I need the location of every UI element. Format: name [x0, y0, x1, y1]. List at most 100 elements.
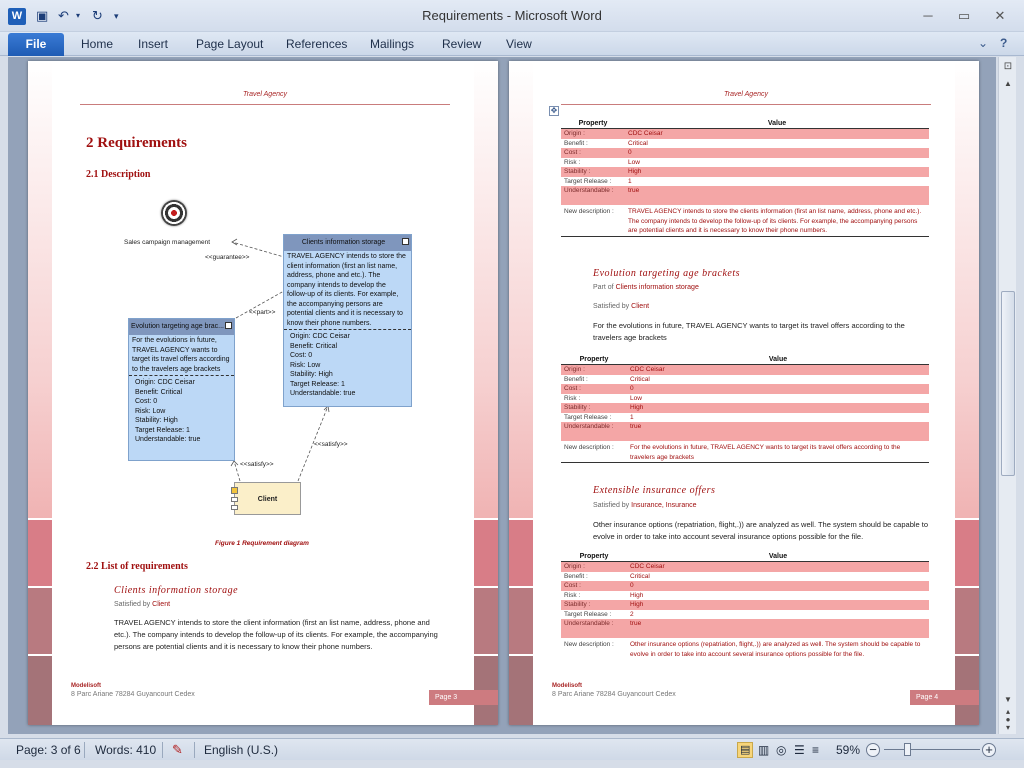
uml-prop: Origin: CDC Ceisar — [290, 333, 350, 340]
table-cell: Understandable : — [561, 422, 627, 441]
diagram-part-label: <<part>> — [249, 309, 276, 316]
tab-review[interactable]: Review — [442, 32, 481, 56]
page-band — [509, 520, 533, 586]
proofing-errors-icon[interactable]: ✎ — [172, 739, 183, 761]
document-area[interactable]: Travel Agency 2 Requirements 2.1 Descrip… — [8, 57, 996, 734]
close-button[interactable]: ✕ — [988, 6, 1012, 26]
outline-view-icon[interactable]: ☰ — [794, 739, 805, 761]
table-cell: 1 — [628, 177, 632, 185]
table-cell: CDC Ceisar — [627, 364, 929, 375]
satisfied-link[interactable]: Insurance, Insurance — [631, 502, 696, 509]
table-cell: Benefit : — [564, 375, 588, 383]
uml-evolution[interactable]: Evolution targeting age brac... For the … — [128, 318, 235, 461]
table-cell: High — [627, 403, 929, 413]
tab-mailings[interactable]: Mailings — [370, 32, 414, 56]
page-4[interactable]: Travel Agency ✥ Property Value Origin : CD… — [509, 61, 979, 725]
table-row: New description : For the evolutions in f… — [561, 441, 929, 463]
uml-prop: Understandable: true — [135, 436, 201, 443]
ruler-toggle-icon[interactable]: ⊡ — [999, 61, 1017, 72]
satisfied-link[interactable]: Client — [152, 601, 170, 608]
table-cell: 0 — [627, 581, 929, 591]
table-row: New description : Other insurance options… — [561, 638, 929, 659]
zoom-in-button[interactable]: + — [982, 743, 996, 757]
requirement-icon — [402, 238, 409, 245]
tab-view[interactable]: View — [506, 32, 532, 56]
vertical-scrollbar[interactable]: ⊡ ▲ ▼ ▴ ● ▾ — [998, 57, 1016, 734]
tab-references[interactable]: References — [286, 32, 347, 56]
uml-prop: Target Release: 1 — [290, 380, 345, 388]
web-layout-icon[interactable]: ◎ — [776, 739, 786, 761]
page-band — [955, 520, 979, 586]
tab-insert[interactable]: Insert — [138, 32, 168, 56]
table-header-value: Value — [627, 552, 929, 562]
table-move-handle[interactable]: ✥ — [549, 106, 559, 116]
table-cell: Cost : — [561, 384, 627, 394]
zoom-slider-thumb[interactable] — [904, 743, 911, 756]
status-language[interactable]: English (U.S.) — [204, 739, 278, 761]
table-cell: 0 — [627, 384, 929, 394]
status-separator — [194, 742, 195, 758]
part-of-link[interactable]: Clients information storage — [616, 284, 699, 291]
table-header-property: Property — [561, 119, 625, 129]
tab-file[interactable]: File — [8, 33, 64, 56]
property-table-2: Property Value Origin : CDC Ceisar Benefit… — [561, 355, 929, 463]
diagram-sales-label: Sales campaign management — [124, 239, 210, 246]
full-screen-reading-icon[interactable]: ▥ — [758, 739, 769, 761]
minimize-ribbon-icon[interactable]: ⌄ — [978, 36, 988, 50]
print-layout-view-icon[interactable]: ▤ — [737, 742, 754, 758]
satisfied-prefix: Satisfied by — [114, 601, 153, 608]
minimize-button[interactable]: ─ — [916, 6, 940, 26]
table-cell: Other insurance options (repatriation, f… — [630, 641, 921, 658]
table-row: Understandable : true — [561, 619, 929, 638]
table-cell: Low — [630, 394, 642, 402]
table-cell: Origin : — [561, 128, 625, 139]
diagram-guarantee-label: <<guarantee>> — [205, 254, 250, 261]
scroll-thumb[interactable] — [1001, 291, 1015, 476]
table-cell: Critical — [628, 139, 648, 147]
page-band — [28, 656, 52, 725]
help-icon[interactable]: ? — [1000, 36, 1007, 50]
status-page-count[interactable]: Page: 3 of 6 — [16, 739, 81, 761]
ribbon-tabs: File Home Insert Page Layout References … — [0, 32, 1024, 56]
page-3[interactable]: Travel Agency 2 Requirements 2.1 Descrip… — [28, 61, 498, 725]
uml-clients-storage[interactable]: Clients information storage TRAVEL AGENC… — [283, 234, 412, 407]
table-header-value: Value — [625, 119, 929, 129]
next-page-icon[interactable]: ▾ — [999, 723, 1017, 732]
table-cell: For the evolutions in future, TRAVEL AGE… — [627, 441, 929, 463]
table-cell: High — [625, 167, 929, 177]
table-header-property: Property — [561, 355, 627, 365]
scroll-down-arrow[interactable]: ▼ — [999, 695, 1017, 704]
req-title-evolution: Evolution targeting age brackets — [593, 268, 740, 279]
uml-title: Clients information storage — [284, 235, 411, 251]
property-table-3: Property Value Origin : CDC Ceisar Benefit… — [561, 552, 929, 659]
table-cell: Target Release : — [564, 177, 612, 185]
tab-home[interactable]: Home — [81, 32, 113, 56]
tab-page-layout[interactable]: Page Layout — [196, 32, 263, 56]
table-cell: Stability : — [561, 167, 625, 177]
zoom-slider-track[interactable] — [884, 749, 980, 750]
table-cell: Understandable : — [561, 186, 625, 205]
property-table-1: Property Value Origin : CDC Ceisar Benefit… — [561, 119, 929, 237]
table-row: Risk : Low — [561, 158, 929, 168]
uml-prop: Understandable: true — [290, 390, 356, 397]
component-port — [231, 505, 238, 510]
zoom-out-button[interactable]: − — [866, 743, 880, 757]
zoom-level[interactable]: 59% — [836, 739, 860, 761]
draft-view-icon[interactable]: ≡ — [812, 739, 819, 761]
target-icon — [161, 200, 187, 226]
status-word-count[interactable]: Words: 410 — [95, 739, 156, 761]
uml-client-component[interactable]: Client — [231, 482, 301, 515]
table-row: Target Release : 2 — [561, 610, 929, 620]
table-row: Risk : Low — [561, 394, 929, 404]
table-cell: Stability : — [561, 600, 627, 610]
footer-company: Modelisoft — [552, 683, 582, 689]
satisfied-by: Satisfied by Client — [593, 303, 649, 310]
scroll-up-arrow[interactable]: ▲ — [999, 79, 1017, 88]
footer-page-number: Page 4 — [910, 690, 979, 705]
table-row: Risk : High — [561, 591, 929, 601]
satisfied-link[interactable]: Client — [631, 303, 649, 310]
table-row: Stability : High — [561, 600, 929, 610]
table-cell: Risk : — [564, 591, 581, 599]
restore-button[interactable]: ▭ — [952, 6, 976, 26]
req-paragraph: TRAVEL AGENCY intends to store the clien… — [114, 618, 438, 651]
